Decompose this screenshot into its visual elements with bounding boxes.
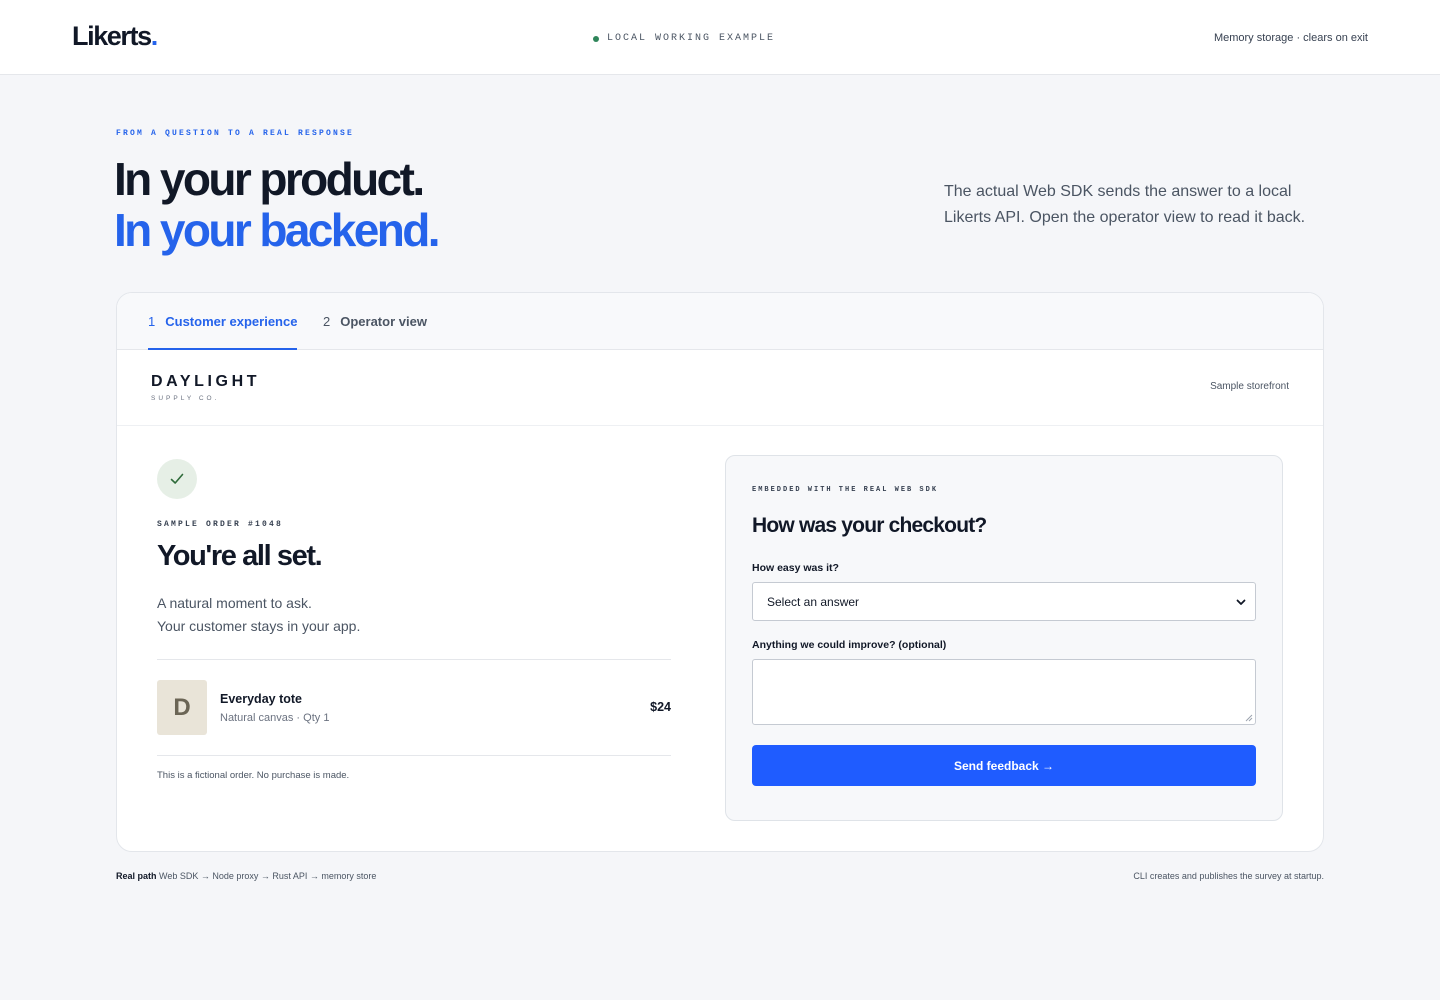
tab-label: Operator view: [340, 314, 427, 329]
store-header: DAYLIGHT SUPPLY CO. Sample storefront: [117, 350, 1323, 426]
confirmation-line1: A natural moment to ask.: [157, 595, 312, 611]
product-name: Everyday tote: [220, 692, 302, 706]
fine-print: This is a fictional order. No purchase i…: [157, 770, 350, 781]
send-feedback-button[interactable]: Send feedback →: [752, 745, 1256, 786]
order-label: SAMPLE ORDER #1048: [157, 520, 284, 529]
footer-path: Real path Web SDK → Node proxy → Rust AP…: [116, 871, 376, 881]
product-price: $24: [650, 700, 671, 714]
tab-operator-view[interactable]: 2 Operator view: [323, 293, 427, 350]
likerts-logo[interactable]: Likerts.: [72, 21, 159, 52]
ease-select-value: Select an answer: [767, 594, 860, 609]
improve-textarea[interactable]: [752, 659, 1256, 725]
hero-eyebrow: FROM A QUESTION TO A REAL RESPONSE: [116, 129, 355, 138]
check-icon: [157, 459, 197, 499]
survey-title: How was your checkout?: [752, 514, 987, 537]
ease-question-label: How easy was it?: [752, 562, 839, 574]
status-indicator: LOCAL WORKING EXAMPLE: [593, 33, 775, 44]
product-meta: Natural canvas · Qty 1: [220, 712, 330, 724]
footer-path-label: Real path: [116, 871, 157, 881]
logo-text: Likerts: [72, 21, 152, 51]
storage-note: Memory storage · clears on exit: [1213, 32, 1368, 44]
divider: [157, 659, 671, 660]
status-text: LOCAL WORKING EXAMPLE: [607, 33, 776, 44]
survey-eyebrow: EMBEDDED WITH THE REAL WEB SDK: [752, 486, 939, 494]
tab-number: 2: [323, 314, 331, 329]
hero-heading-line2: In your backend.: [114, 204, 441, 256]
logo-dot: .: [150, 21, 159, 51]
hero-heading-line1: In your product.: [114, 153, 425, 205]
tab-bar: 1 Customer experience 2 Operator view: [117, 293, 1323, 350]
resize-handle-icon[interactable]: [1245, 714, 1253, 722]
hero-description: The actual Web SDK sends the answer to a…: [944, 183, 1306, 226]
store-tag: Sample storefront: [1210, 381, 1289, 392]
ease-select[interactable]: Select an answer: [752, 582, 1256, 621]
top-bar: Likerts. LOCAL WORKING EXAMPLE Memory st…: [0, 0, 1440, 75]
confirmation-title: You're all set.: [157, 540, 323, 572]
tab-label: Customer experience: [165, 314, 298, 329]
survey-widget: EMBEDDED WITH THE REAL WEB SDK How was y…: [725, 455, 1283, 821]
improve-question-label: Anything we could improve? (optional): [752, 639, 947, 651]
check-mark-svg: [170, 473, 184, 484]
tab-customer-experience[interactable]: 1 Customer experience: [148, 293, 298, 350]
demo-card: 1 Customer experience 2 Operator view DA…: [116, 292, 1324, 852]
product-thumbnail: D: [157, 680, 207, 735]
status-dot-icon: [593, 35, 599, 42]
footer-path-text: Web SDK → Node proxy → Rust API → memory…: [159, 871, 377, 881]
footer-note: CLI creates and publishes the survey at …: [1133, 871, 1324, 881]
tab-number: 1: [148, 314, 156, 329]
confirmation-line2: Your customer stays in your app.: [157, 618, 361, 634]
confirmation-description: A natural moment to ask. Your customer s…: [157, 592, 360, 638]
divider: [157, 755, 671, 756]
chevron-down-icon: [1236, 599, 1246, 605]
store-brand-subtitle: SUPPLY CO.: [151, 395, 220, 402]
store-brand-name: DAYLIGHT: [151, 373, 261, 390]
